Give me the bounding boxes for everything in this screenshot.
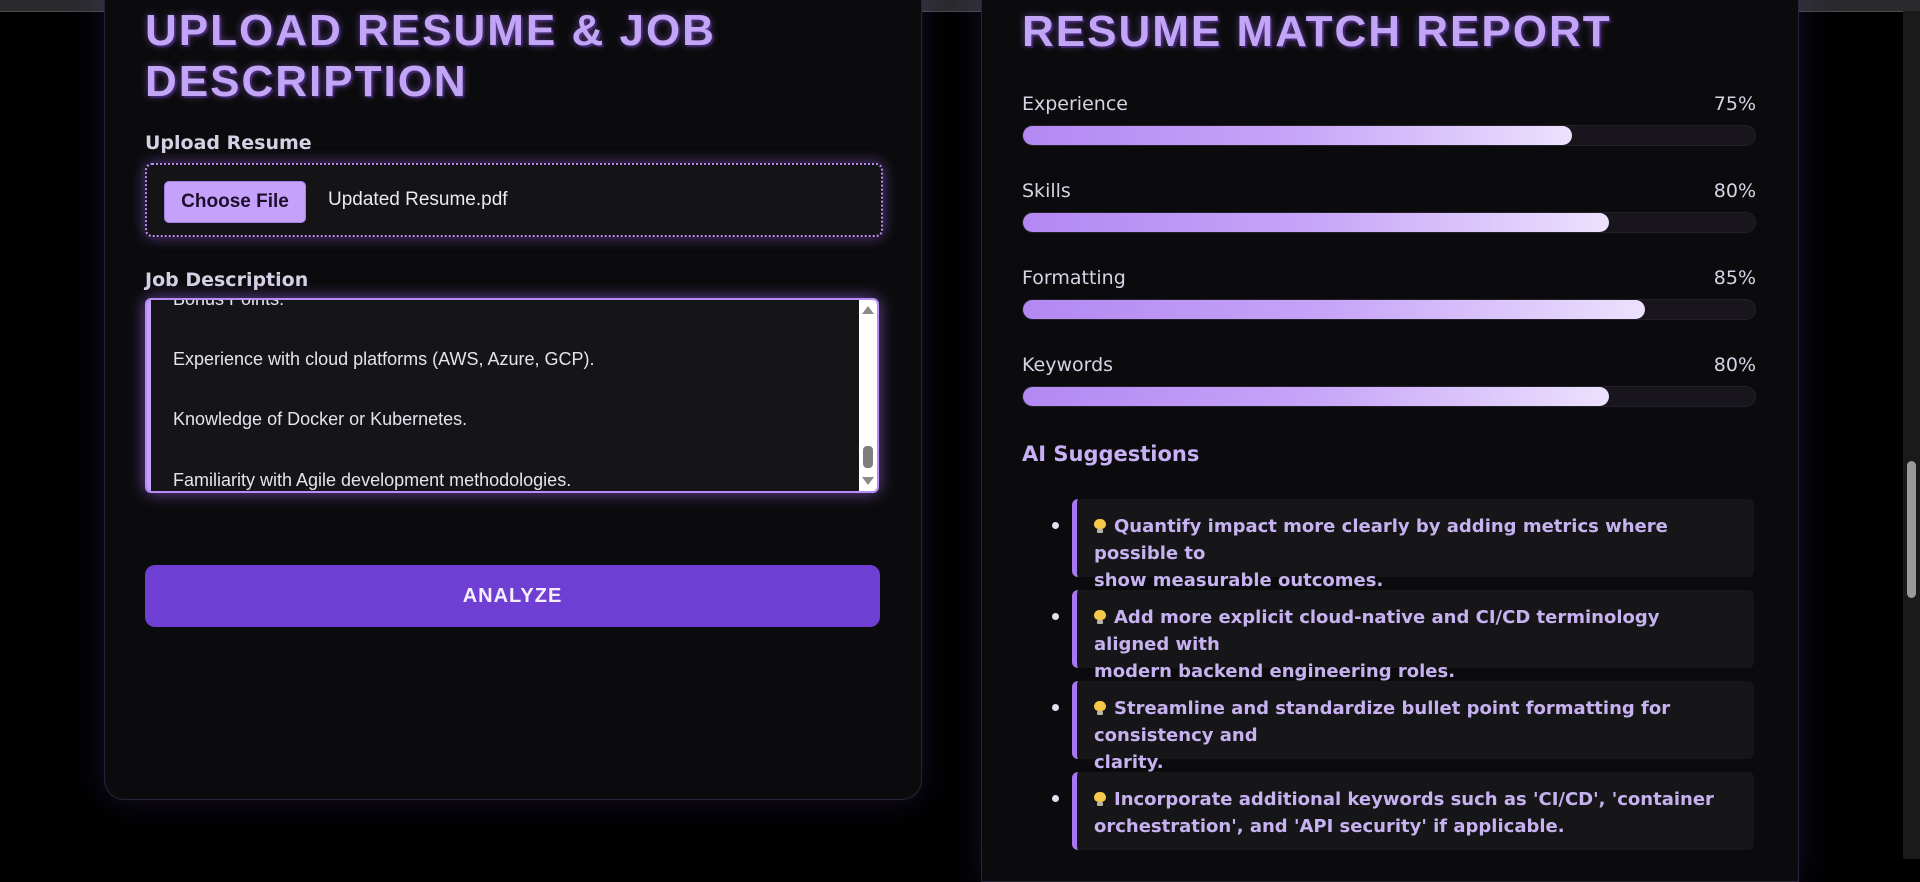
suggestion-text: Streamline and standardize bullet point … (1094, 695, 1738, 776)
job-description-line: Experience with cloud platforms (AWS, Az… (173, 349, 595, 369)
metric-skills: Skills 80% (1022, 180, 1756, 240)
suggestion-line: clarity. (1094, 752, 1164, 773)
upload-resume-label: Upload Resume (145, 132, 312, 154)
metric-keywords: Keywords 80% (1022, 354, 1756, 414)
progress-track (1022, 386, 1756, 407)
selected-file-name: Updated Resume.pdf (328, 189, 508, 210)
suggestion-item: Quantify impact more clearly by adding m… (1072, 499, 1754, 591)
resume-file-input[interactable]: Choose File Updated Resume.pdf (145, 163, 883, 237)
progress-track (1022, 299, 1756, 320)
upload-heading-line2: DESCRIPTION (145, 57, 468, 106)
ai-suggestions-title: AI Suggestions (1022, 442, 1200, 466)
choose-file-button[interactable]: Choose File (164, 181, 306, 223)
metric-label: Skills (1022, 180, 1071, 202)
progress-fill (1023, 213, 1609, 232)
suggestion-line: Quantify impact more clearly by adding m… (1094, 516, 1668, 564)
metric-label: Keywords (1022, 354, 1114, 376)
suggestion-text: Quantify impact more clearly by adding m… (1094, 513, 1738, 594)
analyze-button[interactable]: ANALYZE (145, 565, 880, 627)
suggestion-text: Incorporate additional keywords such as … (1094, 786, 1738, 840)
metric-value: 75% (1713, 93, 1756, 115)
suggestion-line: orchestration', and 'API security' if ap… (1094, 816, 1565, 837)
bullet-dot (1052, 522, 1059, 529)
upload-card: UPLOAD RESUME & JOB DESCRIPTION Upload R… (104, 0, 922, 800)
suggestion-line: show measurable outcomes. (1094, 570, 1384, 591)
job-description-line: Bonus Points: (173, 300, 284, 310)
textarea-scrollbar[interactable] (859, 300, 877, 491)
upload-heading-line1: UPLOAD RESUME & JOB (145, 6, 716, 55)
report-card: RESUME MATCH REPORT Experience 75% Skill… (981, 0, 1799, 882)
suggestion-line: Incorporate additional keywords such as … (1114, 789, 1714, 810)
lightbulb-icon (1094, 610, 1106, 624)
job-description-textarea[interactable]: Bonus Points: Experience with cloud plat… (145, 298, 879, 493)
suggestion-line: Add more explicit cloud-native and CI/CD… (1094, 607, 1660, 655)
progress-track (1022, 125, 1756, 146)
page-scroll-thumb[interactable] (1907, 461, 1916, 598)
suggestion-line: modern backend engineering roles. (1094, 661, 1456, 682)
bullet-dot (1052, 704, 1059, 711)
metric-label: Formatting (1022, 267, 1126, 289)
metric-formatting: Formatting 85% (1022, 267, 1756, 327)
metric-value: 80% (1713, 354, 1756, 376)
suggestion-item: Streamline and standardize bullet point … (1072, 681, 1754, 773)
metric-value: 80% (1713, 180, 1756, 202)
progress-track (1022, 212, 1756, 233)
metric-value: 85% (1713, 267, 1756, 289)
progress-fill (1023, 126, 1572, 145)
page-scrollbar[interactable] (1903, 11, 1920, 859)
textarea-scroll-thumb[interactable] (863, 446, 873, 468)
suggestion-item: Add more explicit cloud-native and CI/CD… (1072, 590, 1754, 682)
progress-fill (1023, 387, 1609, 406)
job-description-line: Knowledge of Docker or Kubernetes. (173, 409, 468, 429)
job-description-line: Familiarity with Agile development metho… (173, 470, 572, 490)
suggestion-line: Streamline and standardize bullet point … (1094, 698, 1671, 746)
upload-heading: UPLOAD RESUME & JOB DESCRIPTION (145, 5, 716, 107)
scroll-down-arrow-icon[interactable] (862, 477, 874, 485)
suggestion-text: Add more explicit cloud-native and CI/CD… (1094, 604, 1738, 685)
job-description-content: Bonus Points: Experience with cloud plat… (147, 300, 857, 491)
metric-label: Experience (1022, 93, 1128, 115)
scroll-up-arrow-icon[interactable] (862, 306, 874, 314)
suggestion-item: Incorporate additional keywords such as … (1072, 772, 1754, 850)
lightbulb-icon (1094, 701, 1106, 715)
progress-fill (1023, 300, 1646, 319)
metric-experience: Experience 75% (1022, 93, 1756, 153)
lightbulb-icon (1094, 792, 1106, 806)
lightbulb-icon (1094, 519, 1106, 533)
bullet-dot (1052, 795, 1059, 802)
report-heading: RESUME MATCH REPORT (1022, 7, 1612, 56)
job-description-label: Job Description (145, 269, 309, 291)
bullet-dot (1052, 613, 1059, 620)
